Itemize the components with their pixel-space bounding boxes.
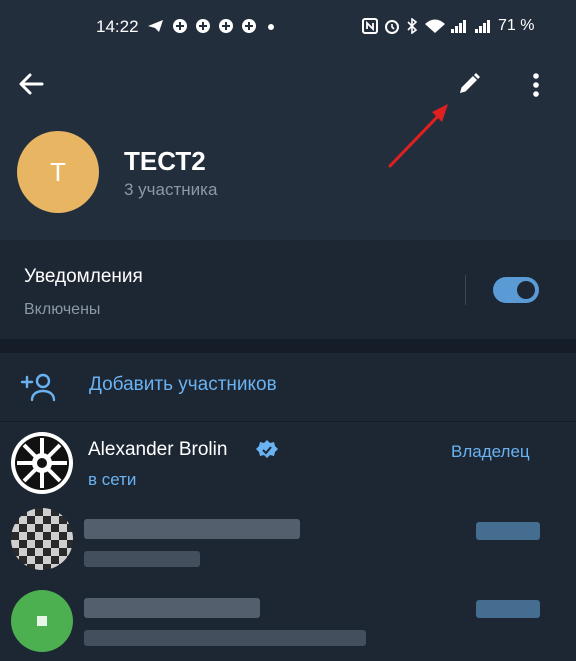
add-user-icon bbox=[20, 373, 56, 402]
more-notifications-dot-icon bbox=[268, 24, 274, 30]
blurred-status bbox=[84, 630, 366, 646]
blurred-role bbox=[476, 600, 540, 618]
blurred-avatar bbox=[11, 590, 73, 652]
notifications-toggle[interactable] bbox=[493, 277, 539, 303]
member-status: в сети bbox=[88, 470, 137, 489]
member-row-blurred[interactable] bbox=[0, 502, 576, 580]
section-separator bbox=[0, 339, 576, 353]
bluetooth-icon bbox=[407, 18, 418, 34]
notifications-row[interactable] bbox=[0, 241, 576, 339]
signal-icon-1 bbox=[451, 20, 466, 33]
divider bbox=[465, 275, 466, 305]
member-name: Alexander Brolin bbox=[88, 439, 228, 460]
notification-app-icon bbox=[173, 19, 187, 33]
avatar-letter: Т bbox=[50, 156, 66, 187]
wifi-icon bbox=[425, 19, 445, 33]
add-members-label: Добавить участников bbox=[89, 374, 277, 395]
more-vertical-icon[interactable] bbox=[526, 72, 546, 98]
alarm-icon bbox=[385, 20, 399, 34]
avatar-pixel bbox=[37, 616, 47, 626]
blurred-status bbox=[84, 551, 200, 567]
notifications-state: Включены bbox=[24, 301, 101, 318]
status-bar: 14:22 71 % bbox=[0, 0, 576, 56]
battery-percent: 71 % bbox=[498, 17, 535, 34]
notification-app-icon-2 bbox=[196, 19, 210, 33]
back-arrow-icon[interactable] bbox=[18, 71, 44, 97]
member-count: 3 участника bbox=[124, 180, 218, 199]
toggle-knob bbox=[514, 278, 538, 302]
verified-badge-icon bbox=[256, 440, 278, 458]
blurred-name bbox=[84, 598, 260, 618]
telegram-icon bbox=[148, 20, 163, 32]
nfc-icon bbox=[362, 18, 378, 34]
add-members-button[interactable] bbox=[0, 353, 576, 421]
notification-app-icon-3 bbox=[219, 19, 233, 33]
notifications-title: Уведомления bbox=[24, 266, 143, 287]
group-title: ТЕСТ2 bbox=[124, 146, 206, 176]
blurred-role bbox=[476, 522, 540, 540]
empire-avatar bbox=[11, 432, 73, 494]
member-role: Владелец bbox=[451, 442, 530, 461]
status-time: 14:22 bbox=[96, 17, 139, 36]
blurred-name bbox=[84, 519, 300, 539]
signal-icon-2 bbox=[475, 20, 490, 33]
notification-app-icon-4 bbox=[242, 19, 256, 33]
annotation-arrow bbox=[388, 104, 448, 168]
group-avatar[interactable]: Т bbox=[17, 131, 99, 213]
member-row-blurred[interactable] bbox=[0, 582, 576, 661]
pencil-icon[interactable] bbox=[456, 71, 482, 97]
blurred-avatar bbox=[11, 508, 73, 570]
